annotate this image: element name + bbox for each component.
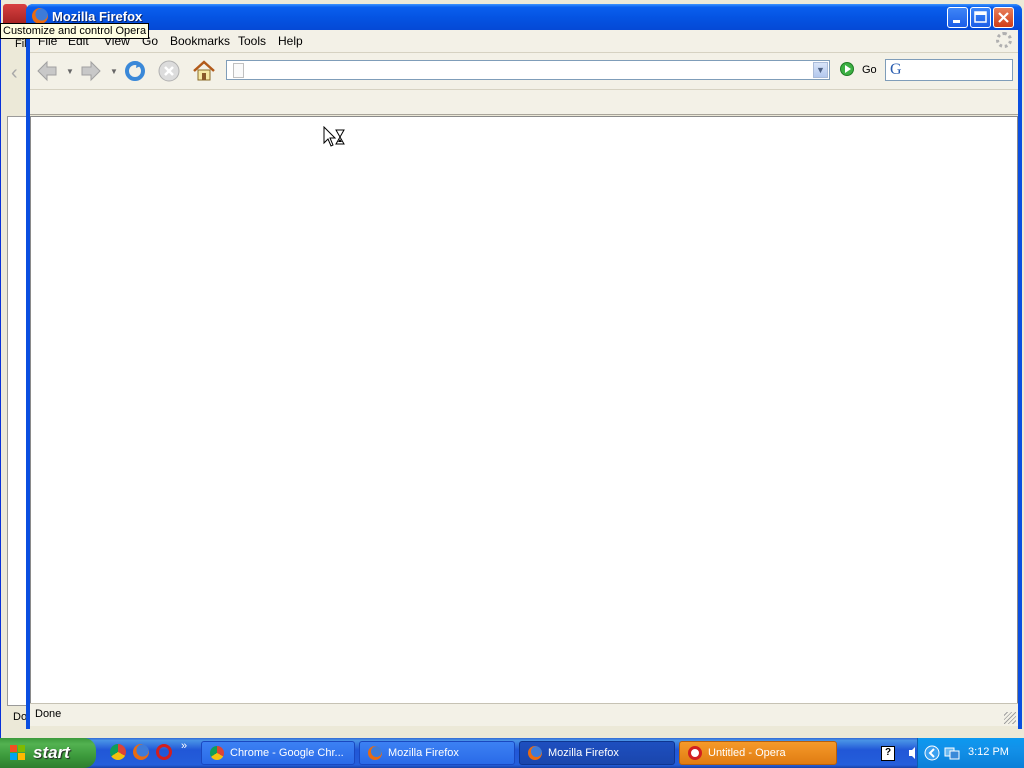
back-dropdown-icon[interactable]: ▼ — [66, 67, 74, 76]
taskbar-button-label: Mozilla Firefox — [548, 747, 619, 759]
taskbar-button-chrome[interactable]: Chrome - Google Chr... — [201, 741, 355, 765]
minimize-icon — [953, 20, 960, 23]
help-icon[interactable]: ? — [881, 746, 895, 761]
navigation-toolbar: ▼ ▼ ▼ Go G — [30, 53, 1018, 90]
start-label: start — [33, 743, 70, 762]
close-icon — [998, 12, 1009, 23]
go-button-label[interactable]: Go — [862, 64, 877, 76]
system-tray: 3:12 PM — [909, 738, 1024, 768]
maximize-button[interactable] — [970, 7, 991, 28]
stop-button[interactable] — [156, 58, 182, 84]
title-bar[interactable]: Mozilla Firefox — [26, 4, 1022, 30]
url-dropdown-button[interactable]: ▼ — [813, 62, 828, 78]
forward-button[interactable] — [78, 58, 104, 84]
clock[interactable]: 3:12 PM — [968, 746, 1009, 758]
maximize-icon — [974, 11, 987, 23]
menu-bookmarks[interactable]: Bookmarks — [170, 34, 230, 48]
firefox-window: Mozilla Firefox File Edit View Go Bookma… — [26, 4, 1022, 729]
menu-tools[interactable]: Tools — [238, 34, 266, 48]
window-title: Mozilla Firefox — [52, 9, 143, 24]
taskbar: start » Chrome - Google Chr... Mozilla F… — [0, 738, 1024, 768]
menu-bar: File Edit View Go Bookmarks Tools Help — [30, 30, 1018, 53]
firefox-icon — [528, 746, 542, 760]
minimize-button[interactable] — [947, 7, 968, 28]
tray-collapse-icon[interactable] — [924, 745, 940, 761]
taskbar-button-label: Mozilla Firefox — [388, 747, 459, 759]
forward-dropdown-icon[interactable]: ▼ — [110, 67, 118, 76]
hourglass-cursor-icon — [323, 126, 345, 147]
background-status-fragment: Do — [13, 711, 28, 723]
page-content[interactable] — [30, 116, 1018, 704]
chrome-icon — [210, 746, 224, 760]
throbber-icon — [996, 32, 1012, 48]
tooltip: Customize and control Opera — [0, 23, 150, 39]
home-button[interactable] — [191, 58, 217, 84]
volume-icon[interactable] — [908, 746, 918, 760]
taskbar-button-label: Untitled - Opera — [708, 747, 786, 759]
quicklaunch-more-icon[interactable]: » — [181, 740, 187, 752]
page-icon — [233, 63, 244, 78]
status-bar: Done — [30, 703, 1018, 726]
forward-arrow-icon — [81, 60, 101, 82]
firefox-icon — [368, 746, 382, 760]
firefox-client-area: File Edit View Go Bookmarks Tools Help ▼… — [30, 30, 1018, 729]
taskbar-button-firefox-1[interactable]: Mozilla Firefox — [359, 741, 515, 765]
taskbar-button-firefox-2[interactable]: Mozilla Firefox — [519, 741, 675, 765]
taskbar-button-opera[interactable]: Untitled - Opera — [679, 741, 837, 765]
opera-icon[interactable] — [156, 744, 172, 760]
search-box[interactable]: G — [885, 59, 1013, 81]
opera-icon — [688, 746, 702, 760]
status-text: Done — [35, 708, 62, 720]
reload-button[interactable] — [122, 58, 148, 84]
stop-icon — [158, 60, 180, 82]
reload-icon — [125, 61, 145, 81]
menu-help[interactable]: Help — [278, 34, 303, 48]
taskbar-button-label: Chrome - Google Chr... — [230, 747, 344, 759]
network-icon[interactable] — [944, 745, 960, 761]
home-icon — [193, 60, 215, 81]
google-icon[interactable]: G — [890, 61, 902, 79]
close-button[interactable] — [993, 7, 1014, 28]
back-arrow-icon — [37, 60, 57, 82]
url-bar[interactable]: ▼ — [226, 60, 830, 80]
firefox-icon[interactable] — [32, 8, 48, 24]
background-menu-fragment[interactable]: Fil — [15, 38, 27, 50]
windows-flag-icon — [10, 745, 25, 760]
resize-grip[interactable] — [1004, 712, 1016, 724]
bookmarks-toolbar — [30, 90, 1018, 115]
back-button[interactable] — [34, 58, 60, 84]
start-button[interactable]: start — [0, 738, 96, 768]
chrome-icon[interactable] — [110, 744, 126, 760]
firefox-icon[interactable] — [133, 744, 149, 760]
go-arrow-icon[interactable] — [840, 62, 854, 76]
